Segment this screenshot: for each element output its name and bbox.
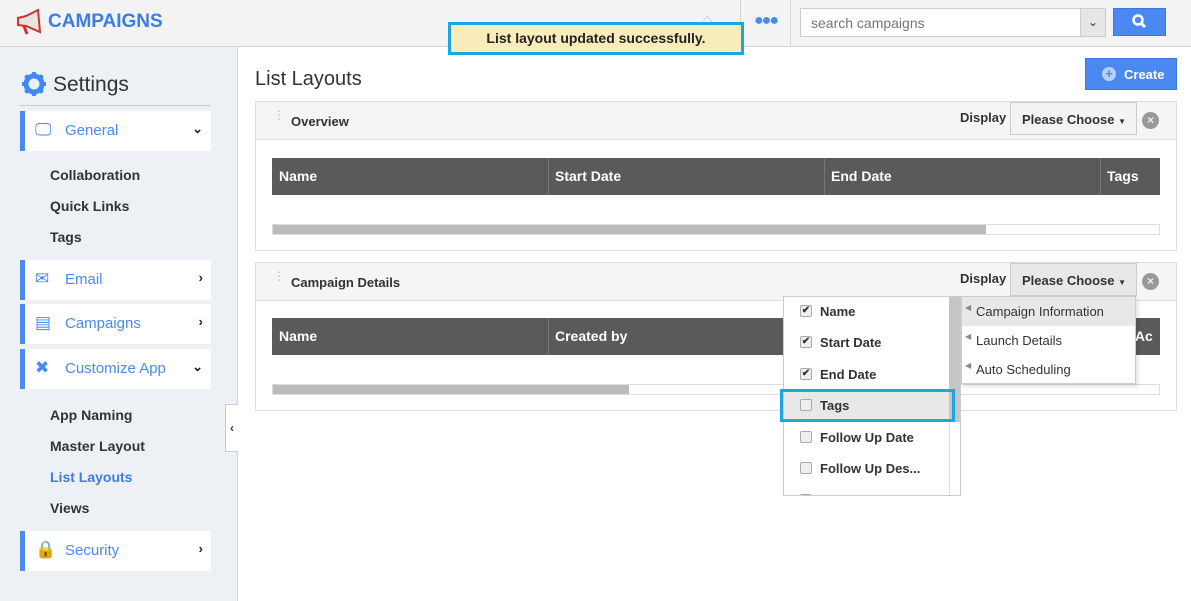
column-header[interactable]: Name [279, 168, 317, 195]
chevron-right-icon: › [198, 270, 203, 285]
scrollbar-thumb[interactable] [273, 225, 986, 234]
chevron-left-icon: ‹ [230, 421, 234, 435]
horizontal-scrollbar[interactable] [272, 384, 1160, 395]
sidebar-subitem-app-naming[interactable]: App Naming [50, 407, 132, 423]
settings-title: Settings [53, 73, 129, 96]
display-label: Display [960, 271, 1007, 286]
column-header[interactable]: Tags [1107, 168, 1139, 195]
gear-icon [22, 72, 46, 96]
panel-title: Campaign Details [291, 275, 401, 290]
checkbox[interactable] [800, 462, 812, 474]
search-icon [1132, 14, 1147, 29]
menu-item-campaign-information[interactable]: ◀ Campaign Information [962, 297, 1135, 326]
highlight-box [780, 389, 955, 422]
field-option-partial[interactable] [784, 486, 949, 495]
chevron-down-icon: ⌄ [192, 121, 203, 136]
chevron-right-icon: › [198, 314, 203, 329]
plus-circle-icon: + [1102, 67, 1116, 81]
lock-icon: 🔒 [35, 540, 57, 559]
checkbox[interactable] [800, 431, 812, 443]
drag-handle-icon[interactable]: ⋮ [273, 109, 285, 121]
display-select[interactable]: Please Choose ▼ [1010, 102, 1137, 135]
sidebar-subitem-collaboration[interactable]: Collaboration [50, 167, 140, 183]
field-option-follow-up-description[interactable]: Follow Up Des... [784, 454, 949, 485]
sidebar-subitem-views[interactable]: Views [50, 500, 89, 516]
close-icon[interactable]: × [1142, 273, 1159, 290]
sidebar-subitem-list-layouts[interactable]: List Layouts [50, 469, 132, 485]
chevron-down-icon: ⌄ [192, 359, 203, 374]
monitor-icon: 🖵 [35, 120, 52, 139]
tools-icon: ✖ [35, 358, 50, 377]
chevron-down-icon: ⌄ [1087, 15, 1099, 29]
checkbox-checked[interactable]: ✔ [800, 336, 812, 348]
sidebar-item-email[interactable]: ✉ Email › [20, 260, 211, 300]
search-dropdown-button[interactable]: ⌄ [1080, 9, 1105, 36]
field-option-follow-up-date[interactable]: Follow Up Date [784, 423, 949, 454]
column-header[interactable]: Created by [555, 328, 627, 355]
field-option-end-date[interactable]: ✔ End Date [784, 360, 949, 391]
app-brand[interactable]: CAMPAIGNS [48, 11, 163, 33]
chevron-right-icon: › [198, 541, 203, 556]
sidebar-item-general[interactable]: 🖵 General ⌄ [20, 111, 211, 151]
sidebar-item-campaigns[interactable]: ▤ Campaigns › [20, 304, 211, 344]
create-button[interactable]: + Create [1085, 58, 1177, 90]
column-header[interactable]: End Date [831, 168, 892, 195]
search-input[interactable] [800, 8, 1106, 37]
search-button[interactable] [1113, 8, 1166, 36]
caret-left-icon: ◀ [965, 303, 972, 312]
drag-handle-icon[interactable]: ⋮ [273, 270, 285, 282]
scrollbar-thumb[interactable] [273, 385, 629, 394]
megaphone-icon [17, 8, 42, 35]
campaigns-icon: ▤ [35, 313, 52, 332]
column-header[interactable]: Name [279, 328, 317, 355]
menu-item-auto-scheduling[interactable]: ◀ Auto Scheduling [962, 355, 1135, 384]
close-icon[interactable]: × [1142, 112, 1159, 129]
sidebar-subitem-tags[interactable]: Tags [50, 229, 82, 245]
field-option-name[interactable]: ✔ Name [784, 297, 949, 328]
checkbox[interactable] [800, 494, 812, 495]
field-option-start-date[interactable]: ✔ Start Date [784, 328, 949, 359]
page-title: List Layouts [255, 68, 362, 90]
horizontal-scrollbar[interactable] [272, 224, 1160, 235]
field-group-menu: ◀ Campaign Information ◀ Launch Details ◀ A… [961, 296, 1136, 384]
caret-left-icon: ◀ [965, 332, 972, 341]
checkbox-checked[interactable]: ✔ [800, 305, 812, 317]
sidebar-item-customize-app[interactable]: ✖ Customize App ⌄ [20, 349, 211, 389]
panel-title: Overview [291, 114, 349, 129]
display-select[interactable]: Please Choose ▼ [1010, 263, 1137, 296]
checkbox-checked[interactable]: ✔ [800, 368, 812, 380]
panel-header: ⋮ Overview Display Please Choose ▼ × [256, 102, 1176, 140]
display-label: Display [960, 110, 1007, 125]
envelope-icon: ✉ [35, 269, 50, 288]
divider [790, 0, 791, 46]
caret-down-icon: ▼ [1118, 278, 1127, 287]
collapse-sidebar-button[interactable]: ‹ [225, 404, 238, 452]
caret-down-icon: ▼ [1118, 117, 1127, 126]
layout-panel-overview: ⋮ Overview Display Please Choose ▼ × Nam… [255, 101, 1177, 251]
sidebar-item-security[interactable]: 🔒 Security › [20, 531, 211, 571]
caret-left-icon: ◀ [965, 361, 972, 370]
more-icon[interactable]: ●●● [754, 12, 779, 30]
column-header[interactable]: Start Date [555, 168, 621, 195]
sidebar-subitem-master-layout[interactable]: Master Layout [50, 438, 145, 454]
success-toast: List layout updated successfully. [448, 22, 744, 55]
divider [20, 105, 211, 106]
table-header: Name Start Date End Date Tags [272, 158, 1160, 195]
sidebar-subitem-quick-links[interactable]: Quick Links [50, 198, 129, 214]
menu-item-launch-details[interactable]: ◀ Launch Details [962, 326, 1135, 355]
